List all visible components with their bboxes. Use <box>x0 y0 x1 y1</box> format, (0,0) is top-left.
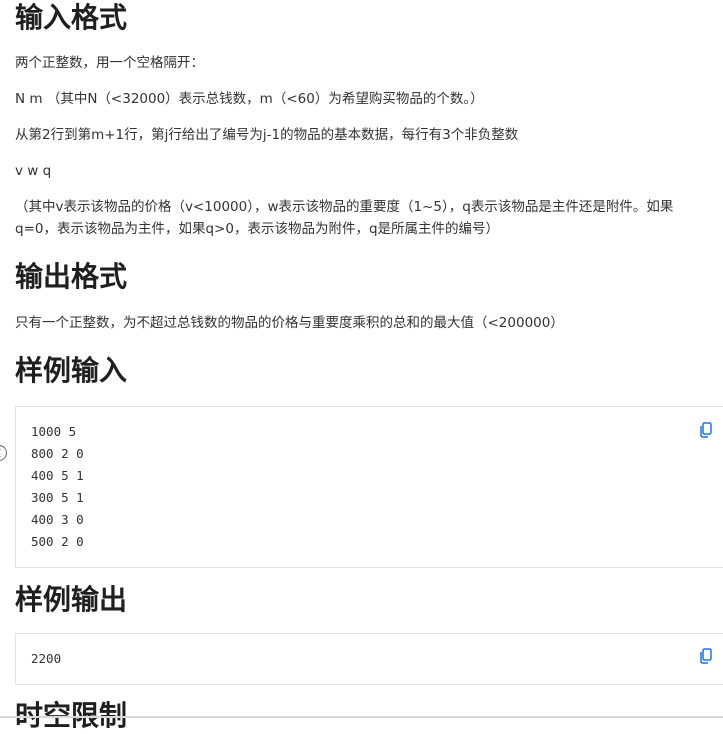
output-format-text: 只有一个正整数，为不超过总钱数的物品的价格与重要度乘积的总和的最大值（<2000… <box>15 315 564 331</box>
sample-input-heading: 样例输入 <box>15 354 128 387</box>
input-format-heading: 输入格式 <box>15 1 128 34</box>
sample-input-code: 1000 5 800 2 0 400 5 1 300 5 1 400 3 0 5… <box>31 424 84 549</box>
sample-input-codeblock: 1000 5 800 2 0 400 5 1 300 5 1 400 3 0 5… <box>15 406 723 568</box>
input-format-line-5: （其中v表示该物品的价格（v<10000），w表示该物品的重要度（1~5），q表… <box>15 199 674 237</box>
input-format-line-1: 两个正整数，用一个空格隔开： <box>15 55 204 71</box>
input-format-line-2: N m （其中N（<32000）表示总钱数，m（<60）为希望购买物品的个数。） <box>15 91 484 107</box>
input-format-line-3: 从第2行到第m+1行，第j行给出了编号为j-1的物品的基本数据，每行有3个非负整… <box>15 127 519 143</box>
sample-output-heading: 样例输出 <box>15 583 128 616</box>
input-format-line-4: v w q <box>15 163 52 179</box>
sample-output-codeblock: 2200 <box>15 633 723 685</box>
output-format-heading: 输出格式 <box>15 260 128 293</box>
problem-page: 输入格式 两个正整数，用一个空格隔开： N m （其中N（<32000）表示总钱… <box>0 0 723 732</box>
divider <box>0 716 723 718</box>
copy-icon[interactable] <box>699 422 713 438</box>
sample-output-code: 2200 <box>31 651 62 666</box>
copy-icon[interactable] <box>699 648 713 664</box>
collapse-handle-icon[interactable] <box>0 445 7 461</box>
